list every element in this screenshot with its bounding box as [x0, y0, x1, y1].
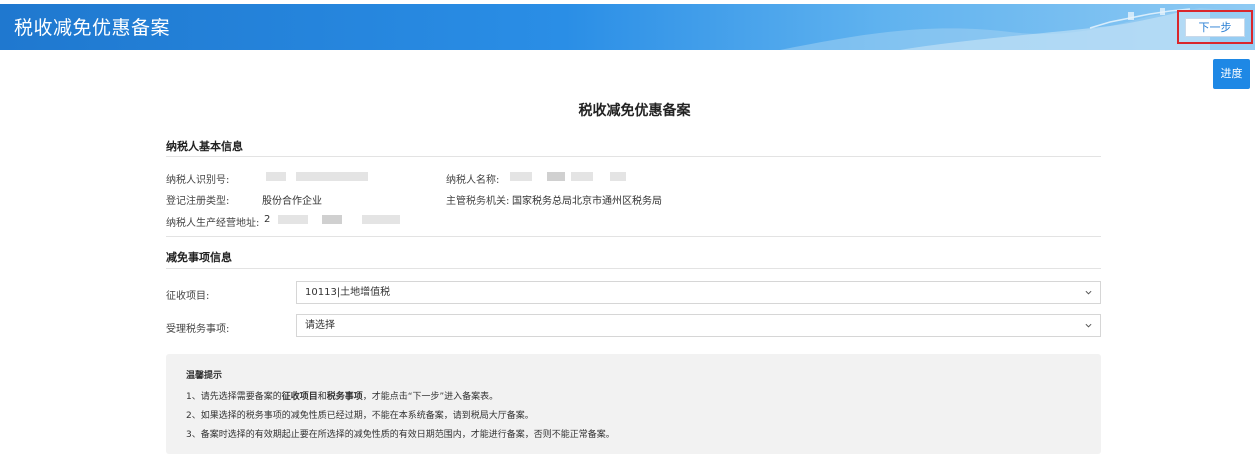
levy-item-value: 10113|土地增值税	[305, 287, 391, 298]
taxpayer-id-label: 纳税人识别号:	[166, 175, 230, 186]
tax-authority-label: 主管税务机关:	[446, 196, 510, 207]
levy-item-select[interactable]: 10113|土地增值税	[296, 281, 1101, 304]
tax-matter-value: 请选择	[305, 320, 335, 331]
header-bar: 税收减免优惠备案 下一步	[0, 4, 1255, 50]
notice-line-2: 2、如果选择的税务事项的减免性质已经过期，不能在本系统备案，请到税局大厅备案。	[186, 411, 534, 421]
redacted-value	[610, 172, 626, 181]
levy-item-label: 征收项目:	[166, 291, 210, 302]
reg-type-label: 登记注册类型:	[166, 196, 230, 207]
redacted-value	[571, 172, 593, 181]
redacted-value	[322, 215, 342, 224]
chevron-down-icon	[1085, 290, 1092, 295]
next-step-highlight: 下一步	[1177, 10, 1253, 44]
tax-matter-label: 受理税务事项:	[166, 324, 230, 335]
reg-type-value: 股份合作企业	[262, 196, 322, 207]
basic-info-section-title: 纳税人基本信息	[166, 140, 243, 153]
redacted-value	[362, 215, 400, 224]
divider	[166, 268, 1101, 269]
address-value: 2	[264, 214, 271, 225]
progress-button[interactable]: 进度	[1213, 59, 1250, 89]
address-label: 纳税人生产经营地址:	[166, 218, 260, 229]
redacted-value	[296, 172, 368, 181]
redacted-value	[266, 172, 286, 181]
tax-authority-value: 国家税务总局北京市通州区税务局	[512, 196, 662, 207]
divider	[166, 156, 1101, 157]
redacted-value	[510, 172, 532, 181]
great-wall-banner-icon	[780, 8, 1255, 50]
taxpayer-name-label: 纳税人名称:	[446, 175, 500, 186]
exemption-info-section-title: 减免事项信息	[166, 251, 232, 264]
notice-line-1: 1、请先选择需要备案的征收项目和税务事项，才能点击“下一步”进入备案表。	[186, 392, 499, 402]
page-title: 税收减免优惠备案	[578, 103, 691, 119]
notice-box: 温馨提示 1、请先选择需要备案的征收项目和税务事项，才能点击“下一步”进入备案表…	[166, 354, 1101, 454]
tax-matter-select[interactable]: 请选择	[296, 314, 1101, 337]
notice-line-3: 3、备案时选择的有效期起止要在所选择的减免性质的有效日期范围内，才能进行备案，否…	[186, 430, 615, 440]
redacted-value	[547, 172, 565, 181]
app-title: 税收减免优惠备案	[14, 17, 171, 39]
notice-title: 温馨提示	[186, 371, 223, 381]
divider	[166, 236, 1101, 237]
chevron-down-icon	[1085, 323, 1092, 328]
next-step-button[interactable]: 下一步	[1185, 18, 1245, 37]
redacted-value	[278, 215, 308, 224]
